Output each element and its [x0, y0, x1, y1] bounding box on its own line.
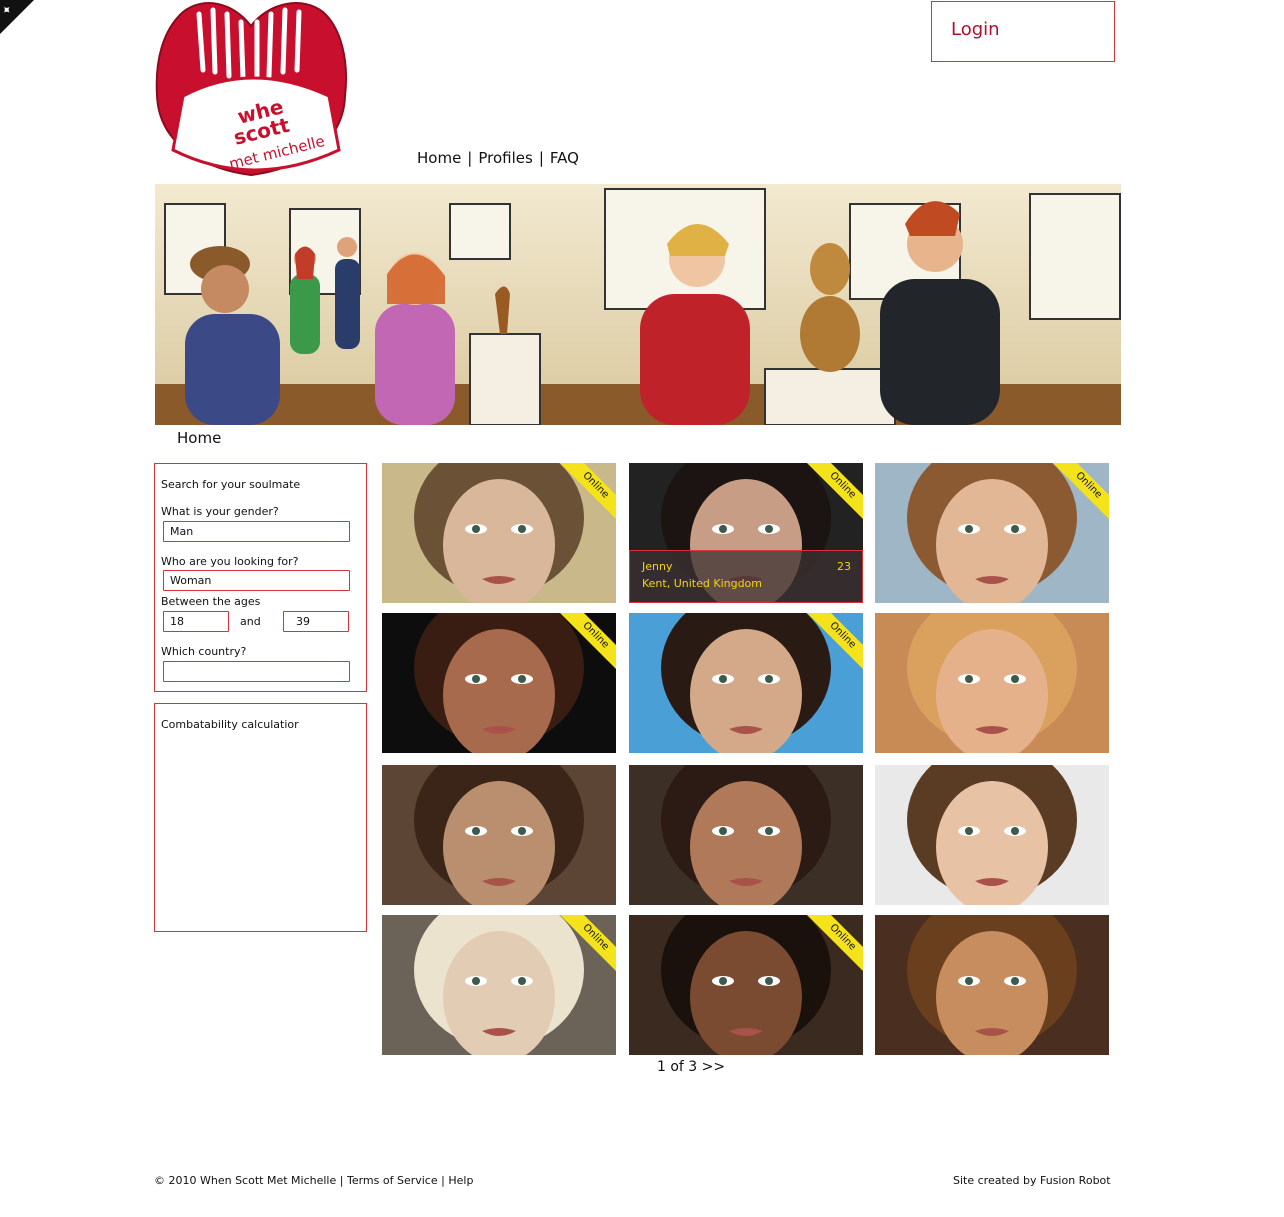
profile-photo	[875, 915, 1109, 1055]
search-title: Search for your soulmate	[161, 478, 301, 491]
profile-card[interactable]	[875, 765, 1109, 905]
pagination: 1 of 3 >>	[657, 1059, 725, 1075]
looking-for-label: Who are you looking for?	[161, 555, 299, 568]
main-nav: Home | Profiles | FAQ	[417, 149, 579, 167]
gender-field[interactable]	[163, 521, 350, 542]
profile-age: 23	[837, 560, 851, 573]
profile-info-overlay[interactable]: Jenny 23 Kent, United Kingdom	[629, 550, 863, 603]
footer-left: © 2010 When Scott Met Michelle | Terms o…	[154, 1174, 473, 1187]
compatibility-panel: Combatability calculatior	[154, 703, 367, 932]
profile-photo	[875, 765, 1109, 905]
profile-card[interactable]: Online	[875, 463, 1109, 603]
profile-photo	[629, 765, 863, 905]
hero-banner	[155, 184, 1121, 425]
online-ribbon: Online	[1053, 463, 1109, 519]
copyright: © 2010 When Scott Met Michelle	[154, 1174, 337, 1187]
online-ribbon: Online	[560, 613, 616, 669]
country-label: Which country?	[161, 645, 247, 658]
help-link[interactable]: Help	[448, 1174, 473, 1187]
online-ribbon: Online	[560, 915, 616, 971]
site-credit: Site created by Fusion Robot	[953, 1174, 1111, 1187]
next-page-link[interactable]: >>	[702, 1059, 725, 1075]
profile-card[interactable]: Online	[629, 915, 863, 1055]
profile-card[interactable]	[629, 765, 863, 905]
nav-separator: |	[467, 149, 473, 167]
login-box: Login	[931, 1, 1115, 62]
profile-card[interactable]	[875, 915, 1109, 1055]
nav-home[interactable]: Home	[417, 149, 461, 167]
nav-faq[interactable]: FAQ	[550, 149, 579, 167]
site-logo[interactable]: whe scott met michelle	[153, 0, 349, 186]
profile-card[interactable]	[875, 613, 1109, 753]
profile-photo	[382, 765, 616, 905]
profile-card[interactable]: Online	[629, 613, 863, 753]
online-ribbon: Online	[560, 463, 616, 519]
profile-card[interactable]: Online	[382, 915, 616, 1055]
profile-card[interactable]: Online Jenny 23 Kent, United Kingdom	[629, 463, 863, 603]
online-ribbon: Online	[807, 613, 863, 669]
search-panel: Search for your soulmate What is your ge…	[154, 463, 367, 692]
age-max-field[interactable]	[283, 611, 349, 632]
profile-location: Kent, United Kingdom	[642, 577, 763, 590]
page-indicator: 1 of 3	[657, 1059, 698, 1075]
footer-separator: |	[339, 1174, 344, 1187]
and-label: and	[240, 615, 261, 628]
ages-label: Between the ages	[161, 595, 261, 608]
compatibility-title: Combatability calculatior	[161, 718, 299, 731]
online-ribbon: Online	[807, 915, 863, 971]
profile-card[interactable]: Online	[382, 463, 616, 603]
profile-photo	[875, 613, 1109, 753]
terms-link[interactable]: Terms of Service	[347, 1174, 438, 1187]
profile-card[interactable]	[382, 765, 616, 905]
country-field[interactable]	[163, 661, 350, 682]
gender-label: What is your gender?	[161, 505, 279, 518]
login-link[interactable]: Login	[951, 19, 1000, 40]
age-min-field[interactable]	[163, 611, 229, 632]
breadcrumb: Home	[177, 429, 222, 447]
looking-for-field[interactable]	[163, 570, 350, 591]
nav-profiles[interactable]: Profiles	[478, 149, 532, 167]
profile-card[interactable]: Online	[382, 613, 616, 753]
footer-separator: |	[441, 1174, 445, 1187]
profile-name: Jenny	[642, 560, 673, 573]
online-ribbon: Online	[807, 463, 863, 519]
nav-separator: |	[538, 149, 544, 167]
